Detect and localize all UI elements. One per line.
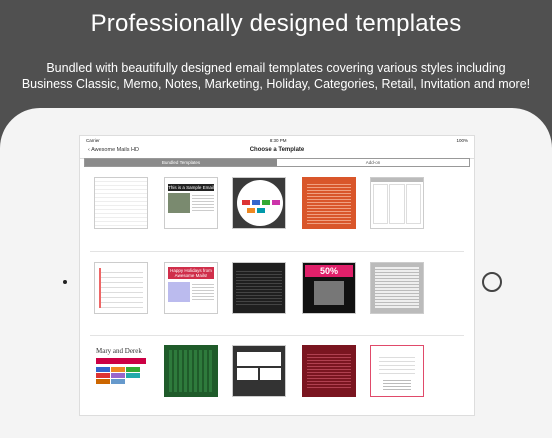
template-thumb[interactable] bbox=[302, 345, 356, 397]
wedding-title: Mary and Derek bbox=[96, 347, 142, 355]
tab-bundled[interactable]: Bundled Templates bbox=[85, 159, 277, 166]
nav-bar: ‹ Awesome Mails HD Choose a Template bbox=[80, 144, 474, 159]
template-thumb[interactable] bbox=[94, 177, 148, 229]
sample-email-title: This is a Sample Email bbox=[168, 184, 214, 191]
subline-1: Bundled with beautifully designed email … bbox=[46, 61, 506, 75]
holiday-banner: Happy Holidays from Awesome Mails! bbox=[168, 267, 214, 279]
template-thumb[interactable]: This is a Sample Email bbox=[164, 177, 218, 229]
template-thumb[interactable]: Happy Holidays from Awesome Mails! bbox=[164, 262, 218, 314]
template-thumb[interactable] bbox=[232, 177, 286, 229]
template-thumb[interactable] bbox=[370, 262, 424, 314]
template-thumb[interactable] bbox=[370, 345, 424, 397]
subheadline: Bundled with beautifully designed email … bbox=[0, 60, 552, 92]
sale-badge: 50% bbox=[305, 265, 353, 277]
template-thumb[interactable] bbox=[370, 177, 424, 229]
template-thumb[interactable] bbox=[302, 177, 356, 229]
tab-addon[interactable]: Add-on bbox=[277, 159, 469, 166]
template-thumb[interactable] bbox=[164, 345, 218, 397]
page-title: Choose a Template bbox=[249, 147, 305, 153]
template-tabs: Bundled Templates Add-on bbox=[84, 158, 470, 167]
carrier-label: Carrier bbox=[86, 137, 100, 143]
clock: 8:30 PM bbox=[269, 137, 287, 143]
template-thumb[interactable] bbox=[232, 345, 286, 397]
battery-label: 100% bbox=[456, 137, 468, 143]
home-button[interactable] bbox=[482, 272, 502, 292]
template-grid: This is a Sample Email Happy Holidays fr… bbox=[80, 167, 474, 415]
camera bbox=[63, 280, 67, 284]
template-thumb[interactable] bbox=[94, 262, 148, 314]
photo-image bbox=[168, 193, 190, 213]
app-screen: Carrier 8:30 PM 100% ‹ Awesome Mails HD … bbox=[79, 135, 475, 416]
status-bar: Carrier 8:30 PM 100% bbox=[80, 136, 474, 144]
template-thumb[interactable] bbox=[232, 262, 286, 314]
template-thumb[interactable]: 50% bbox=[302, 262, 356, 314]
pencil-image bbox=[168, 282, 190, 302]
subline-2: Business Classic, Memo, Notes, Marketing… bbox=[21, 77, 531, 91]
headline: Professionally designed templates bbox=[90, 10, 462, 37]
template-thumb[interactable]: Mary and Derek bbox=[94, 345, 148, 397]
